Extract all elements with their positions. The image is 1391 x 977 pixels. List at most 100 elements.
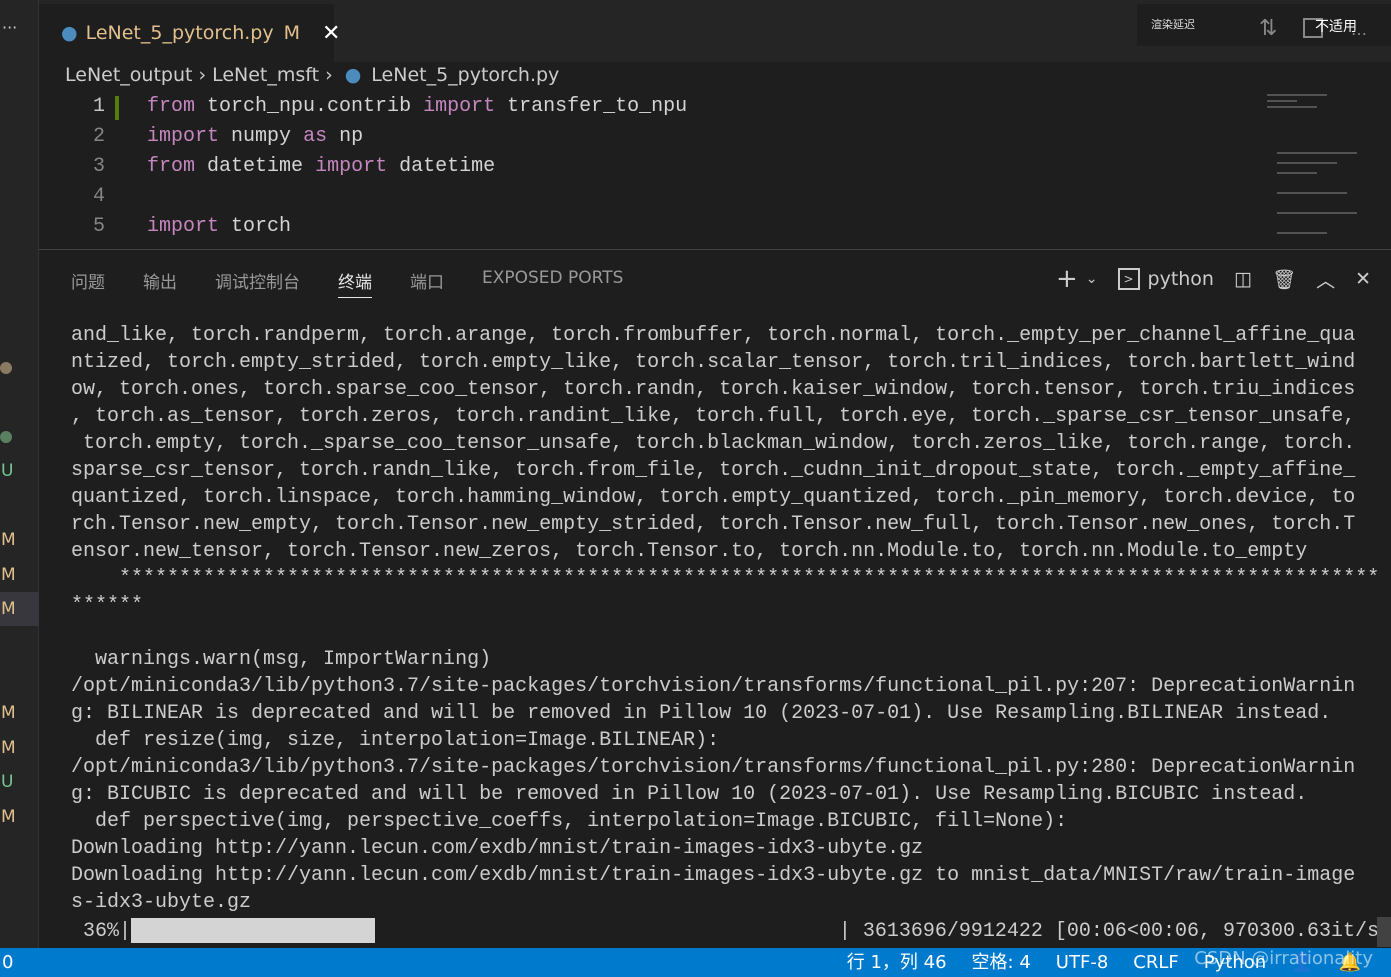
title-actions: 渲染延迟 ⇅ 不适用 … [1137, 4, 1391, 46]
panel-tab[interactable]: 调试控制台 [215, 268, 300, 298]
terminal-line: and_like, torch.randperm, torch.arange, … [71, 324, 1356, 347]
keyword-token: import [147, 125, 220, 148]
dot-icon [0, 431, 12, 443]
terminal-line: ntized, torch.empty_strided, torch.empty… [71, 351, 1356, 374]
panel-tab[interactable]: EXPOSED PORTS [482, 268, 623, 298]
status-bar: 0 行 1，列 46 空格: 4 UTF-8 CRLF Python 👤 🔔 CSDN @i… [0, 948, 1391, 977]
python-file-icon: ● [344, 64, 362, 86]
chevron-right-icon: › [198, 64, 207, 86]
git-status-badge: M [1, 530, 16, 550]
status-item[interactable]: 空格: 4 [972, 948, 1031, 977]
identifier-token: torch [231, 215, 292, 238]
render-delay-label: 渲染延迟 [1151, 18, 1195, 31]
terminal-panel: 问题 输出 调试控制台 终端 端口 EXPOSED PORTS + ⌄ > python … [39, 249, 1391, 948]
identifier-token: datetime [207, 155, 304, 178]
maximize-panel-icon[interactable]: ︿ [1316, 266, 1335, 293]
code-text: from datetime import datetime [147, 152, 495, 182]
terminal-line: Downloading http://yann.lecun.com/exdb/m… [71, 837, 924, 860]
terminal-line: def resize(img, size, interpolation=Imag… [71, 729, 720, 752]
git-status-badge: U [1, 461, 14, 481]
close-icon[interactable]: ✕ [322, 21, 340, 46]
terminal-line: Downloading http://yann.lecun.com/exdb/m… [71, 864, 1356, 887]
panel-actions: + ⌄ > python ◫ 🗑 ︿ ✕ [1056, 264, 1371, 294]
progress-bar [131, 918, 376, 943]
terminal-line: s-idx3-ubyte.gz [71, 891, 252, 914]
terminal-shell-label[interactable]: python [1148, 268, 1214, 290]
split-terminal-icon[interactable]: ◫ [1234, 268, 1252, 290]
minimap[interactable] [1267, 92, 1367, 249]
code-line: 4 [39, 182, 105, 212]
panel-tab[interactable]: 输出 [143, 268, 177, 298]
breadcrumb-item[interactable]: LeNet_5_pytorch.py [371, 64, 559, 86]
keyword-token: as [303, 125, 328, 148]
explorer-sidebar: ··· UMMMMMUM [0, 0, 39, 948]
identifier-token: torch_npu.contrib [207, 95, 412, 118]
scrollbar[interactable] [1377, 917, 1391, 947]
new-terminal-icon[interactable]: + [1056, 264, 1078, 294]
dot-icon [0, 362, 12, 374]
identifier-token: np [339, 125, 364, 148]
terminal-line: sparse_csr_tensor, torch.randn_like, tor… [71, 459, 1356, 482]
tab-bar: ● LeNet_5_pytorch.py M ✕ 渲染延迟 ⇅ 不适用 … [39, 0, 1391, 62]
git-status-badge: M [0, 592, 39, 626]
panel-tab[interactable]: 问题 [71, 268, 105, 298]
watermark: CSDN @irrationality [1194, 948, 1373, 969]
breadcrumb-item[interactable]: LeNet_output [65, 64, 192, 86]
more-icon[interactable]: ··· [2, 18, 17, 37]
keyword-token: import [147, 215, 220, 238]
code-text: import numpy as np [147, 122, 363, 152]
panel-tabs: 问题 输出 调试控制台 终端 端口 EXPOSED PORTS [71, 268, 623, 298]
identifier-token: datetime [399, 155, 496, 178]
code-text: import torch [147, 212, 291, 242]
terminal-line: ow, torch.ones, torch.sparse_coo_tensor,… [71, 378, 1356, 401]
close-panel-icon[interactable]: ✕ [1355, 268, 1371, 290]
panel-tab[interactable]: 端口 [410, 268, 444, 298]
status-item[interactable]: UTF-8 [1056, 948, 1108, 977]
keyword-token: import [315, 155, 388, 178]
status-item[interactable]: 行 1，列 46 [847, 948, 947, 977]
download-progress: 36%| | 3613696/9912422 [00:06<00:06, 970… [71, 918, 1391, 945]
trash-icon[interactable]: 🗑 [1272, 268, 1296, 291]
compare-changes-icon[interactable]: ⇅ [1259, 16, 1277, 41]
code-editor[interactable]: 1 from torch_npu.contrib import transfer_… [39, 92, 1391, 249]
terminal-line: ensor.new_tensor, torch.Tensor.new_zeros… [71, 540, 1308, 563]
progress-stats: | 3613696/9912422 [00:06<00:06, 970300.6… [838, 920, 1379, 943]
identifier-token: transfer_to_npu [507, 95, 688, 118]
status-item[interactable]: CRLF [1133, 948, 1178, 977]
keyword-token: from [147, 95, 196, 118]
status-left[interactable]: 0 [2, 948, 13, 977]
git-status-badge: M [1, 565, 16, 585]
line-number: 4 [92, 185, 105, 208]
git-status-badge: U [1, 772, 14, 792]
tab-lenet-5-pytorch[interactable]: ● LeNet_5_pytorch.py M ✕ [39, 4, 340, 62]
chevron-right-icon: › [325, 64, 333, 86]
code-text: from torch_npu.contrib import transfer_t… [147, 92, 687, 122]
line-number: 3 [92, 155, 105, 178]
line-number: 1 [92, 95, 105, 118]
terminal-line: g: BICUBIC is deprecated and will be rem… [71, 783, 1308, 806]
terminal-line: quantized, torch.linspace, torch.hamming… [71, 486, 1356, 509]
progress-percent: 36%| [71, 920, 132, 943]
tab-label: LeNet_5_pytorch.py [85, 22, 274, 44]
terminal-line: warnings.warn(msg, ImportWarning) [71, 648, 492, 671]
terminal-line: , torch.as_tensor, torch.zeros, torch.ra… [71, 405, 1356, 428]
code-line: 5 import torch [39, 212, 291, 242]
terminal-line: /opt/miniconda3/lib/python3.7/site-packa… [71, 756, 1356, 779]
chevron-down-icon[interactable]: ⌄ [1086, 271, 1098, 287]
panel-tab[interactable]: 终端 [338, 268, 372, 298]
keyword-token: import [423, 95, 496, 118]
line-number: 5 [92, 215, 105, 238]
modified-badge: M [283, 22, 300, 44]
breadcrumb-item[interactable]: LeNet_msft [212, 64, 319, 86]
breadcrumb: LeNet_output › LeNet_msft › ● LeNet_5_pyto… [65, 64, 559, 86]
keyword-token: from [147, 155, 196, 178]
line-number: 2 [92, 125, 105, 148]
terminal-output[interactable]: and_like, torch.randperm, torch.arange, … [71, 322, 1379, 916]
terminal-line: ****** [71, 594, 144, 617]
terminal-line: rch.Tensor.new_empty, torch.Tensor.new_e… [71, 513, 1356, 536]
more-actions-icon[interactable]: … [1351, 20, 1367, 39]
identifier-token: numpy [231, 125, 292, 148]
git-status-badge: M [1, 703, 16, 723]
git-change-indicator [115, 96, 119, 120]
